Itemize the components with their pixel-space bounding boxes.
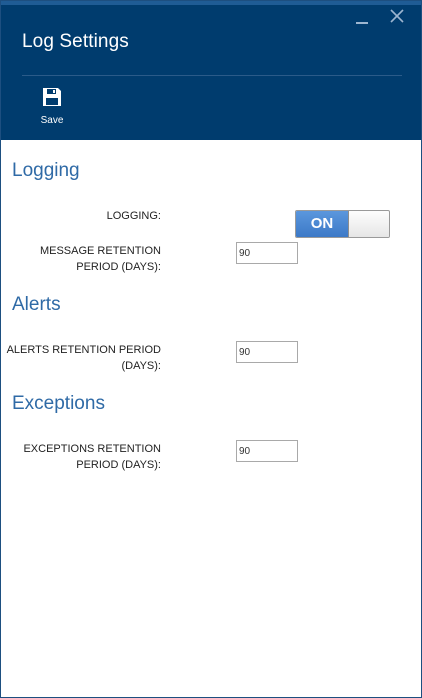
save-label: Save <box>40 115 64 126</box>
alerts-retention-input[interactable] <box>236 341 298 363</box>
exceptions-retention-label: EXCEPTIONS RETENTION PERIOD (DAYS): <box>1 441 161 473</box>
save-button[interactable]: Save <box>35 87 69 131</box>
toggle-knob <box>348 211 389 237</box>
logging-label: LOGGING: <box>106 210 161 222</box>
message-retention-label-line1: MESSAGE RETENTION <box>39 245 161 257</box>
header-divider <box>22 75 402 76</box>
close-button[interactable] <box>390 9 404 27</box>
alerts-retention-label: ALERTS RETENTION PERIOD (DAYS): <box>1 342 161 374</box>
exceptions-retention-label-line2: PERIOD (DAYS): <box>76 459 161 471</box>
exceptions-retention-label-line1: EXCEPTIONS RETENTION <box>23 443 161 455</box>
header-top-line <box>1 1 421 5</box>
section-title-exceptions: Exceptions <box>12 393 105 414</box>
exceptions-retention-input[interactable] <box>236 440 298 462</box>
alerts-retention-label-line1: ALERTS RETENTION PERIOD <box>6 344 161 356</box>
window-title: Log Settings <box>22 31 129 52</box>
message-retention-input[interactable] <box>236 242 298 264</box>
minimize-icon[interactable] <box>356 22 368 24</box>
toggle-on-text: ON <box>296 211 348 237</box>
section-title-alerts: Alerts <box>12 294 61 315</box>
log-settings-window: Log Settings Save Logging LOGGING: ON ME… <box>0 0 422 698</box>
close-icon <box>390 9 404 23</box>
logging-toggle[interactable]: ON <box>295 210 390 238</box>
floppy-disk-icon <box>43 88 61 106</box>
message-retention-label-line2: PERIOD (DAYS): <box>76 261 161 273</box>
section-title-logging: Logging <box>12 160 80 181</box>
window-header: Log Settings Save <box>1 1 421 140</box>
message-retention-label: MESSAGE RETENTION PERIOD (DAYS): <box>1 243 161 275</box>
alerts-retention-label-line2: (DAYS): <box>121 360 161 372</box>
